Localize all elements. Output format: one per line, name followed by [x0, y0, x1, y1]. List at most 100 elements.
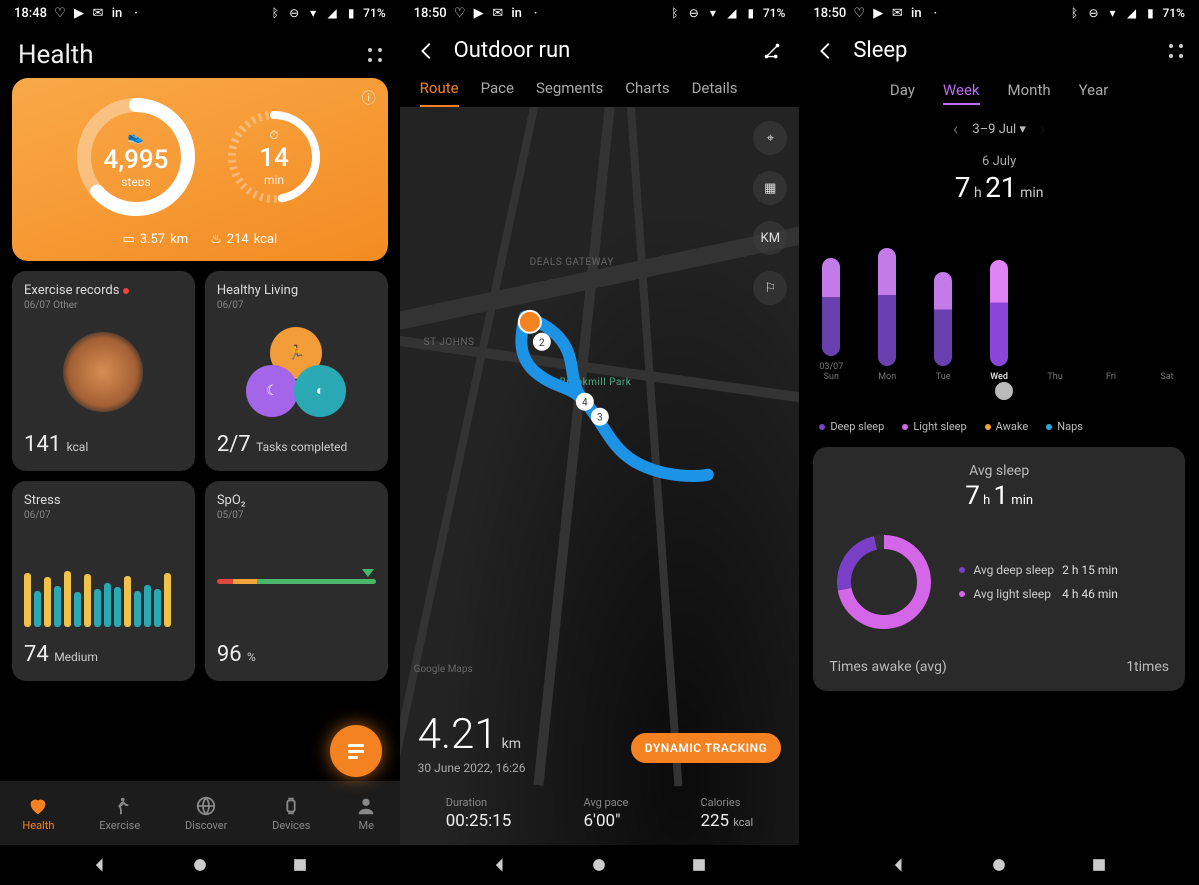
heart-icon: ♡ — [53, 6, 67, 20]
menu-dots-icon[interactable] — [1169, 44, 1183, 58]
tab-me[interactable]: Me — [355, 795, 377, 832]
battery-icon: ▮ — [344, 6, 358, 20]
status-bar: 18:48 ♡ ▶ ✉ in · ᛒ ⊖ ▾ ◢ ▮ 71% — [0, 0, 400, 26]
range-week[interactable]: Week — [943, 81, 980, 105]
battery-pct: 71% — [363, 6, 385, 20]
stress-bar-chart — [24, 537, 183, 627]
menu-dots-icon[interactable] — [368, 48, 382, 62]
checklist-icon — [344, 739, 368, 763]
heart-icon — [27, 795, 49, 817]
globe-icon — [195, 795, 217, 817]
prev-range-icon[interactable]: ‹ — [953, 119, 958, 140]
tab-pace[interactable]: Pace — [481, 79, 514, 107]
wifi-icon: ▾ — [306, 6, 320, 20]
svg-text:3: 3 — [597, 413, 603, 424]
selected-sleep-value: 7 h 21 min — [799, 171, 1199, 204]
map-layers-icon[interactable]: ▦ — [753, 171, 787, 205]
clover-graphic: 🏃 ☾ ◐ — [246, 327, 346, 417]
dynamic-tracking-button[interactable]: DYNAMIC TRACKING — [631, 733, 782, 763]
route-map[interactable]: DEALS GATEWAY ST JOHNS Brookmill Park 2 … — [400, 107, 800, 845]
app-header: Health — [0, 26, 400, 78]
svg-text:4: 4 — [582, 398, 588, 409]
notification-dot-icon — [123, 288, 129, 294]
stress-card[interactable]: Stress 06/07 74 Medium — [12, 481, 195, 681]
home-nav-icon[interactable] — [989, 855, 1009, 875]
tab-discover[interactable]: Discover — [185, 795, 227, 832]
share-route-icon[interactable] — [761, 40, 783, 62]
dot-icon: · — [129, 6, 143, 20]
sleep-legend: Deep sleep Light sleep Awake Naps — [799, 412, 1199, 441]
dnd-icon: ⊖ — [287, 6, 301, 20]
page-title: Health — [18, 40, 94, 70]
tab-charts[interactable]: Charts — [625, 79, 669, 107]
youtube-icon: ▶ — [72, 6, 86, 20]
next-range-icon[interactable]: › — [1040, 119, 1045, 140]
map-attribution: Google Maps — [414, 664, 473, 675]
clock: 18:48 — [14, 6, 47, 21]
tab-route[interactable]: Route — [420, 79, 459, 107]
watch-icon — [280, 795, 302, 817]
exercise-records-card[interactable]: Exercise records 06/07 Other 141 kcal — [12, 271, 195, 471]
tab-details[interactable]: Details — [692, 79, 738, 107]
run-footer-stats: Duration00:25:15 Avg pace6'00" Calories2… — [400, 790, 800, 837]
android-nav-bar — [400, 845, 800, 885]
sleep-header: Sleep — [799, 26, 1199, 75]
sleep-donut-chart — [829, 527, 939, 637]
back-nav-icon[interactable] — [90, 855, 110, 875]
run-header: Outdoor run — [400, 26, 800, 75]
run-summary: 4.21km 30 June 2022, 16:26 — [418, 710, 526, 775]
back-nav-icon[interactable] — [889, 855, 909, 875]
weekly-sleep-chart[interactable]: 03/07 Sun Mon Tue Wed Thu Fri Sat — [813, 222, 1185, 382]
donut-legend: Avg deep sleep2 h 15 min Avg light sleep… — [959, 563, 1118, 601]
breathe-petal-icon: ◐ — [294, 365, 346, 417]
back-icon[interactable] — [416, 40, 438, 62]
info-icon[interactable]: ⓘ — [362, 88, 376, 108]
runner-icon — [109, 795, 131, 817]
selected-date: 6 July — [799, 154, 1199, 169]
distance-stat: ▭ 3.57 km — [122, 232, 188, 247]
sleep-petal-icon: ☾ — [246, 365, 298, 417]
tab-segments[interactable]: Segments — [536, 79, 603, 107]
map-controls: ⌖ ▦ KM ⚐ — [753, 121, 787, 305]
page-title: Outdoor run — [454, 38, 571, 63]
android-nav-bar — [0, 845, 400, 885]
svg-text:2: 2 — [539, 338, 545, 349]
day-scrubber[interactable] — [813, 382, 1185, 412]
status-bar: 18:50 ♡▶✉in· ᛒ⊖▾◢▮71% — [400, 0, 800, 26]
activity-hero-card[interactable]: ⓘ 👟 4,995 steps — [12, 78, 388, 261]
fab-button[interactable] — [330, 725, 382, 777]
status-bar: 18:50 ♡▶✉in· ᛒ⊖▾◢▮71% — [799, 0, 1199, 26]
linkedin-icon: in — [110, 6, 124, 20]
range-year[interactable]: Year — [1079, 81, 1109, 105]
back-icon[interactable] — [815, 40, 837, 62]
tab-devices[interactable]: Devices — [272, 795, 310, 832]
page-title: Sleep — [853, 38, 907, 63]
range-tabs: Day Week Month Year — [799, 81, 1199, 105]
clock: 18:50 — [813, 6, 846, 21]
km-marker-icon[interactable]: KM — [753, 221, 787, 255]
home-nav-icon[interactable] — [589, 855, 609, 875]
route-pin-icon[interactable]: ⚐ — [753, 271, 787, 305]
range-label[interactable]: 3–9 Jul ▾ — [972, 122, 1026, 137]
calories-stat: ♨ 214 kcal — [210, 232, 277, 247]
range-month[interactable]: Month — [1008, 81, 1051, 105]
avg-sleep-card[interactable]: Avg sleep 7 h 1 min Avg deep sleep2 h 15… — [813, 447, 1185, 691]
clock: 18:50 — [414, 6, 447, 21]
steps-ring: 👟 4,995 steps — [71, 92, 201, 222]
tab-exercise[interactable]: Exercise — [99, 795, 140, 832]
recents-nav-icon[interactable] — [1089, 855, 1109, 875]
locate-icon[interactable]: ⌖ — [753, 121, 787, 155]
home-nav-icon[interactable] — [190, 855, 210, 875]
back-nav-icon[interactable] — [490, 855, 510, 875]
spo2-card[interactable]: SpO₂ 05/07 96 % — [205, 481, 388, 681]
signal-icon: ◢ — [325, 6, 339, 20]
recents-nav-icon[interactable] — [689, 855, 709, 875]
healthy-living-card[interactable]: Healthy Living 06/07 🏃 ☾ ◐ 2/7 Tasks com… — [205, 271, 388, 471]
minutes-ring: ⏱ 14 min — [219, 102, 329, 212]
spo2-gauge — [217, 537, 376, 627]
status-icons-left: ♡ ▶ ✉ in · — [53, 6, 143, 20]
range-day[interactable]: Day — [890, 81, 915, 105]
recents-nav-icon[interactable] — [290, 855, 310, 875]
run-tabs: Route Pace Segments Charts Details — [400, 75, 800, 107]
tab-health[interactable]: Health — [22, 795, 54, 832]
